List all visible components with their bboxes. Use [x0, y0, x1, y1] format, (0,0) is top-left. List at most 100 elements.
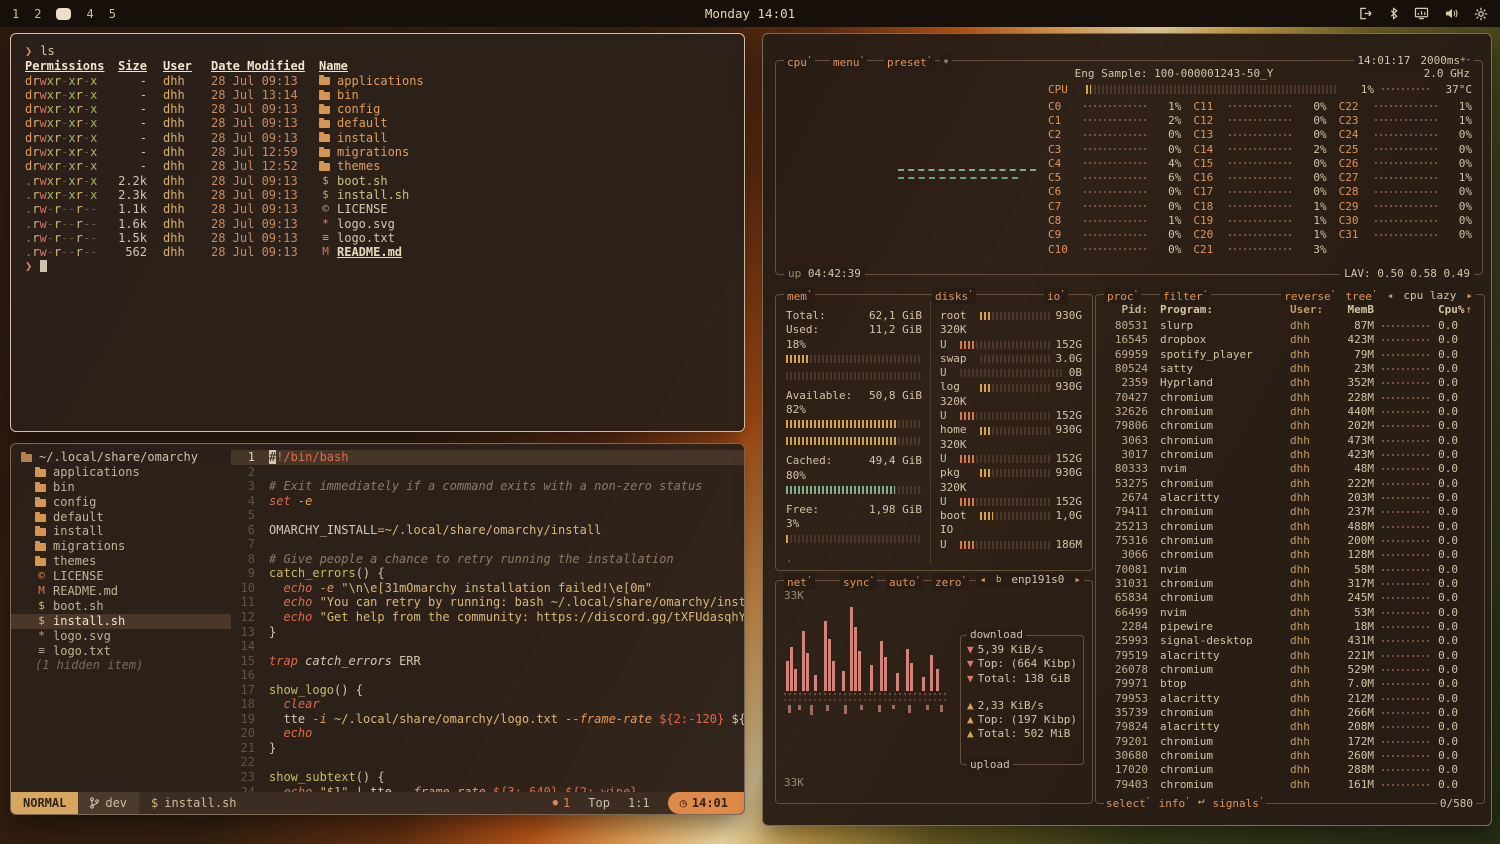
- process-row[interactable]: 16545dropboxdhh423M0.0: [1102, 333, 1458, 347]
- network-icon[interactable]: [1414, 7, 1429, 20]
- code-line-8[interactable]: 8# Give people a chance to retry running…: [231, 552, 744, 567]
- tree-item-LICENSE[interactable]: ©LICENSE: [11, 569, 231, 584]
- code-line-3[interactable]: 3# Exit immediately if a command exits w…: [231, 479, 744, 494]
- info-button[interactable]: info: [1159, 794, 1190, 811]
- process-row[interactable]: 2359Hyprlanddhh352M0.0: [1102, 376, 1458, 390]
- header-pid[interactable]: Pid:: [1102, 303, 1148, 317]
- header-memb[interactable]: MemB: [1338, 303, 1374, 317]
- process-row[interactable]: 80333nvimdhh48M0.0: [1102, 462, 1458, 476]
- reverse-button[interactable]: reverse: [1284, 287, 1335, 304]
- process-row[interactable]: 30680chromiumdhh260M0.0: [1102, 749, 1458, 763]
- net-zero-button[interactable]: zero: [932, 573, 969, 590]
- tree-item-default[interactable]: default: [11, 510, 231, 525]
- process-row[interactable]: 3017chromiumdhh423M0.0: [1102, 448, 1458, 462]
- code-line-20[interactable]: 20 echo: [231, 726, 744, 741]
- tree-button[interactable]: tree: [1345, 287, 1376, 304]
- tree-item-logo.txt[interactable]: ≡logo.txt: [11, 644, 231, 659]
- process-row[interactable]: 25993signal-desktopdhh431M0.0: [1102, 634, 1458, 648]
- code-line-10[interactable]: 10 echo -e "\n\e[31mOmarchy installation…: [231, 581, 744, 596]
- sort-direction-icon[interactable]: ↑: [1465, 303, 1472, 316]
- process-row[interactable]: 25213chromiumdhh488M0.0: [1102, 520, 1458, 534]
- tree-item-themes[interactable]: themes: [11, 554, 231, 569]
- sort-next-arrow-icon[interactable]: ▸: [1466, 289, 1473, 303]
- process-row[interactable]: 79411chromiumdhh237M0.0: [1102, 505, 1458, 519]
- filter-button[interactable]: filter: [1160, 287, 1211, 304]
- mem-box-title[interactable]: mem: [784, 287, 815, 304]
- proc-box-title[interactable]: proc: [1104, 287, 1141, 304]
- menu-button[interactable]: menu: [830, 53, 867, 70]
- tree-item-boot.sh[interactable]: $boot.sh: [11, 599, 231, 614]
- code-line-4[interactable]: 4set -e: [231, 494, 744, 509]
- tree-item-bin[interactable]: bin: [11, 480, 231, 495]
- file-tree[interactable]: ~/.local/share/omarchyapplicationsbincon…: [11, 444, 231, 792]
- code-line-14[interactable]: 14: [231, 639, 744, 654]
- code-line-13[interactable]: 13}: [231, 625, 744, 640]
- process-row[interactable]: 26078chromiumdhh529M0.0: [1102, 663, 1458, 677]
- net-box-title[interactable]: net: [784, 573, 815, 590]
- cpu-box-title[interactable]: cpu: [784, 53, 815, 70]
- tree-item-README.md[interactable]: MREADME.md: [11, 584, 231, 599]
- volume-icon[interactable]: [1444, 7, 1459, 20]
- process-row[interactable]: 79201chromiumdhh172M0.0: [1102, 735, 1458, 749]
- shell-prompt-empty[interactable]: ❯: [25, 259, 744, 273]
- code-line-23[interactable]: 23show_subtext() {: [231, 770, 744, 785]
- process-row[interactable]: 17020chromiumdhh288M0.0: [1102, 763, 1458, 777]
- process-row[interactable]: 65834chromiumdhh245M0.0: [1102, 591, 1458, 605]
- process-row[interactable]: 69959spotify_playerdhh79M0.0: [1102, 348, 1458, 362]
- terminal-window[interactable]: ❯ls Permissions Size User Date Modified …: [10, 33, 745, 432]
- tree-item-config[interactable]: config: [11, 495, 231, 510]
- process-row[interactable]: 32626chromiumdhh440M0.0: [1102, 405, 1458, 419]
- header-program[interactable]: Program:: [1160, 303, 1290, 317]
- process-row[interactable]: 3063chromiumdhh473M0.0: [1102, 434, 1458, 448]
- code-line-15[interactable]: 15trap catch_errors ERR: [231, 654, 744, 669]
- code-line-21[interactable]: 21}: [231, 741, 744, 756]
- process-row[interactable]: 3066chromiumdhh128M0.0: [1102, 548, 1458, 562]
- header-user[interactable]: User:: [1290, 303, 1338, 317]
- logout-icon[interactable]: [1358, 7, 1374, 20]
- update-interval[interactable]: 2000ms+-: [1420, 53, 1471, 68]
- code-editor[interactable]: 1#!/bin/bash23# Exit immediately if a co…: [231, 444, 744, 792]
- tree-root[interactable]: ~/.local/share/omarchy: [11, 450, 231, 465]
- select-button[interactable]: select: [1106, 794, 1151, 811]
- interval-keys-icon[interactable]: +-: [1460, 55, 1471, 65]
- code-line-19[interactable]: 19 tte -i ~/.local/share/omarchy/logo.tx…: [231, 712, 744, 727]
- process-row[interactable]: 31031chromiumdhh317M0.0: [1102, 577, 1458, 591]
- code-line-12[interactable]: 12 echo "Get help from the community: ht…: [231, 610, 744, 625]
- process-row[interactable]: 80531slurpdhh87M0.0: [1102, 319, 1458, 333]
- settings-icon[interactable]: [1474, 7, 1488, 21]
- disks-box-title[interactable]: disks: [932, 287, 976, 304]
- process-row[interactable]: 79953alacrittydhh212M0.0: [1102, 692, 1458, 706]
- tree-item-install.sh[interactable]: $install.sh: [11, 614, 231, 629]
- process-row[interactable]: 79806chromiumdhh202M0.0: [1102, 419, 1458, 433]
- process-row[interactable]: 80524sattydhh23M0.0: [1102, 362, 1458, 376]
- process-row[interactable]: 79403chromiumdhh161M0.0: [1102, 778, 1458, 792]
- code-line-2[interactable]: 2: [231, 465, 744, 480]
- code-line-22[interactable]: 22: [231, 755, 744, 770]
- code-line-9[interactable]: 9catch_errors() {: [231, 566, 744, 581]
- process-row[interactable]: 79519alacrittydhh221M0.0: [1102, 649, 1458, 663]
- editor-window[interactable]: ~/.local/share/omarchyapplicationsbincon…: [10, 443, 745, 815]
- code-line-5[interactable]: 5: [231, 508, 744, 523]
- process-row[interactable]: 79824alacrittydhh208M0.0: [1102, 720, 1458, 734]
- process-row[interactable]: 2674alacrittydhh203M0.0: [1102, 491, 1458, 505]
- code-line-16[interactable]: 16: [231, 668, 744, 683]
- header-cpu[interactable]: Cpu%: [1438, 303, 1465, 317]
- process-row[interactable]: 70427chromiumdhh228M0.0: [1102, 391, 1458, 405]
- process-row[interactable]: 79971btopdhh7.0M0.0: [1102, 677, 1458, 691]
- net-sync-button[interactable]: sync: [840, 573, 877, 590]
- tree-item-logo.svg[interactable]: *logo.svg: [11, 629, 231, 644]
- tree-item-install[interactable]: install: [11, 524, 231, 539]
- bluetooth-icon[interactable]: [1389, 7, 1399, 20]
- process-row[interactable]: 35739chromiumdhh266M0.0: [1102, 706, 1458, 720]
- net-auto-button[interactable]: auto: [886, 573, 923, 590]
- tree-item-migrations[interactable]: migrations: [11, 539, 231, 554]
- process-row[interactable]: 75316chromiumdhh200M0.0: [1102, 534, 1458, 548]
- code-line-1[interactable]: 1#!/bin/bash: [231, 450, 744, 465]
- code-line-17[interactable]: 17show_logo() {: [231, 683, 744, 698]
- sort-prev-arrow-icon[interactable]: ◂: [1387, 289, 1394, 303]
- signals-button[interactable]: signals: [1213, 794, 1264, 811]
- process-row[interactable]: 70081nvimdhh58M0.0: [1102, 563, 1458, 577]
- process-row[interactable]: 53275chromiumdhh222M0.0: [1102, 477, 1458, 491]
- tree-item-applications[interactable]: applications: [11, 465, 231, 480]
- code-line-11[interactable]: 11 echo "You can retry by running: bash …: [231, 595, 744, 610]
